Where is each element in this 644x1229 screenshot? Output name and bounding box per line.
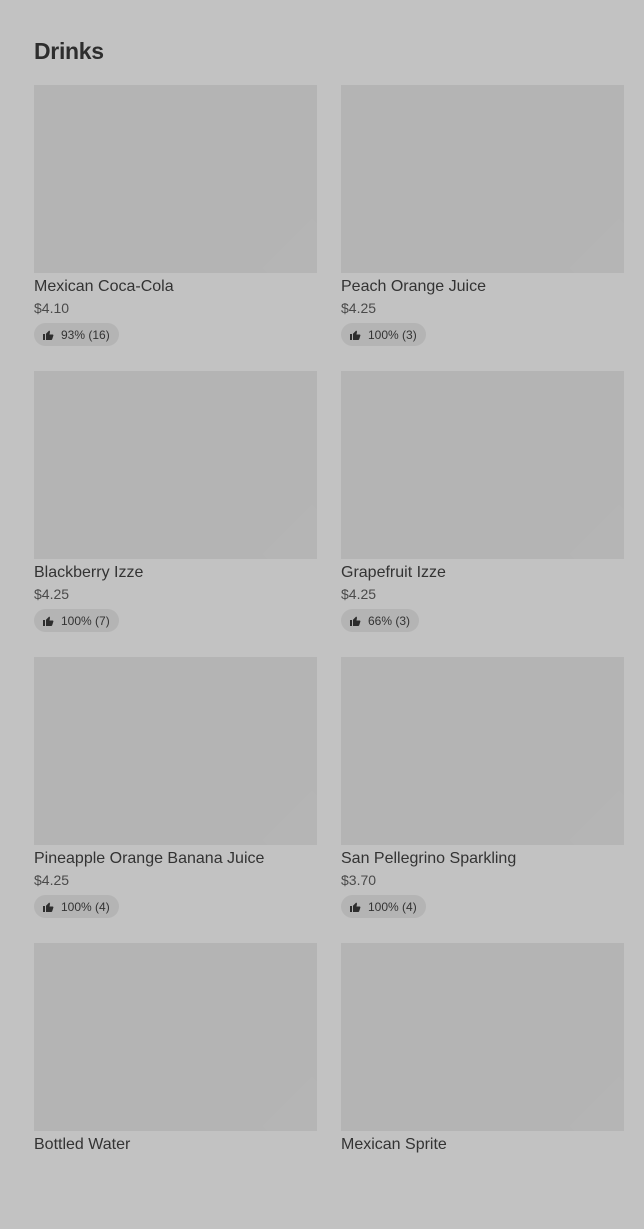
thumbs-up-icon [349,615,361,627]
thumbs-up-icon [42,901,54,913]
item-price: $4.25 [341,586,377,602]
item-image[interactable] [341,657,624,845]
rating-text: 100% (3) [368,327,417,342]
item-name: Bottled Water [34,1136,131,1153]
item-image[interactable] [34,657,317,845]
item-image[interactable] [34,371,317,559]
item-image[interactable] [341,371,624,559]
item-name: Peach Orange Juice [341,278,486,295]
rating-badge: 93% (16) [34,323,119,346]
menu-item-card[interactable]: San Pellegrino Sparkling $3.70 100% (4) [341,657,624,943]
item-image[interactable] [341,85,624,273]
item-name: Mexican Sprite [341,1136,447,1153]
rating-text: 100% (4) [368,899,417,914]
item-price: $4.25 [341,300,377,316]
thumbs-up-icon [42,615,54,627]
section-title: Drinks [34,38,104,64]
item-name: Grapefruit Izze [341,564,446,581]
thumbs-up-icon [349,901,361,913]
item-name: San Pellegrino Sparkling [341,850,517,867]
thumbs-up-icon [42,329,54,341]
item-price: $4.25 [34,872,70,888]
item-price: $4.10 [34,300,70,316]
menu-item-card[interactable]: Grapefruit Izze $4.25 66% (3) [341,371,624,657]
rating-badge: 100% (4) [34,895,119,918]
rating-text: 66% (3) [368,613,411,628]
item-image[interactable] [34,85,317,273]
item-image[interactable] [341,943,624,1131]
menu-item-card[interactable]: Mexican Sprite [341,943,624,1229]
rating-badge: 66% (3) [341,609,420,632]
item-price: $4.25 [34,586,70,602]
rating-text: 93% (16) [61,327,110,342]
menu-item-card[interactable]: Pineapple Orange Banana Juice $4.25 100%… [34,657,317,943]
rating-badge: 100% (7) [34,609,119,632]
rating-badge: 100% (3) [341,323,426,346]
menu-item-card[interactable]: Blackberry Izze $4.25 100% (7) [34,371,317,657]
rating-text: 100% (4) [61,899,110,914]
item-name: Pineapple Orange Banana Juice [34,850,265,867]
item-name: Mexican Coca-Cola [34,278,174,295]
menu-item-grid: Mexican Coca-Cola $4.10 93% (16) Peach O… [34,85,624,1229]
menu-item-card[interactable]: Bottled Water [34,943,317,1229]
item-image[interactable] [34,943,317,1131]
thumbs-up-icon [349,329,361,341]
menu-item-card[interactable]: Mexican Coca-Cola $4.10 93% (16) [34,85,317,371]
menu-item-card[interactable]: Peach Orange Juice $4.25 100% (3) [341,85,624,371]
rating-badge: 100% (4) [341,895,426,918]
item-price: $3.70 [341,872,377,888]
item-name: Blackberry Izze [34,564,144,581]
rating-text: 100% (7) [61,613,110,628]
